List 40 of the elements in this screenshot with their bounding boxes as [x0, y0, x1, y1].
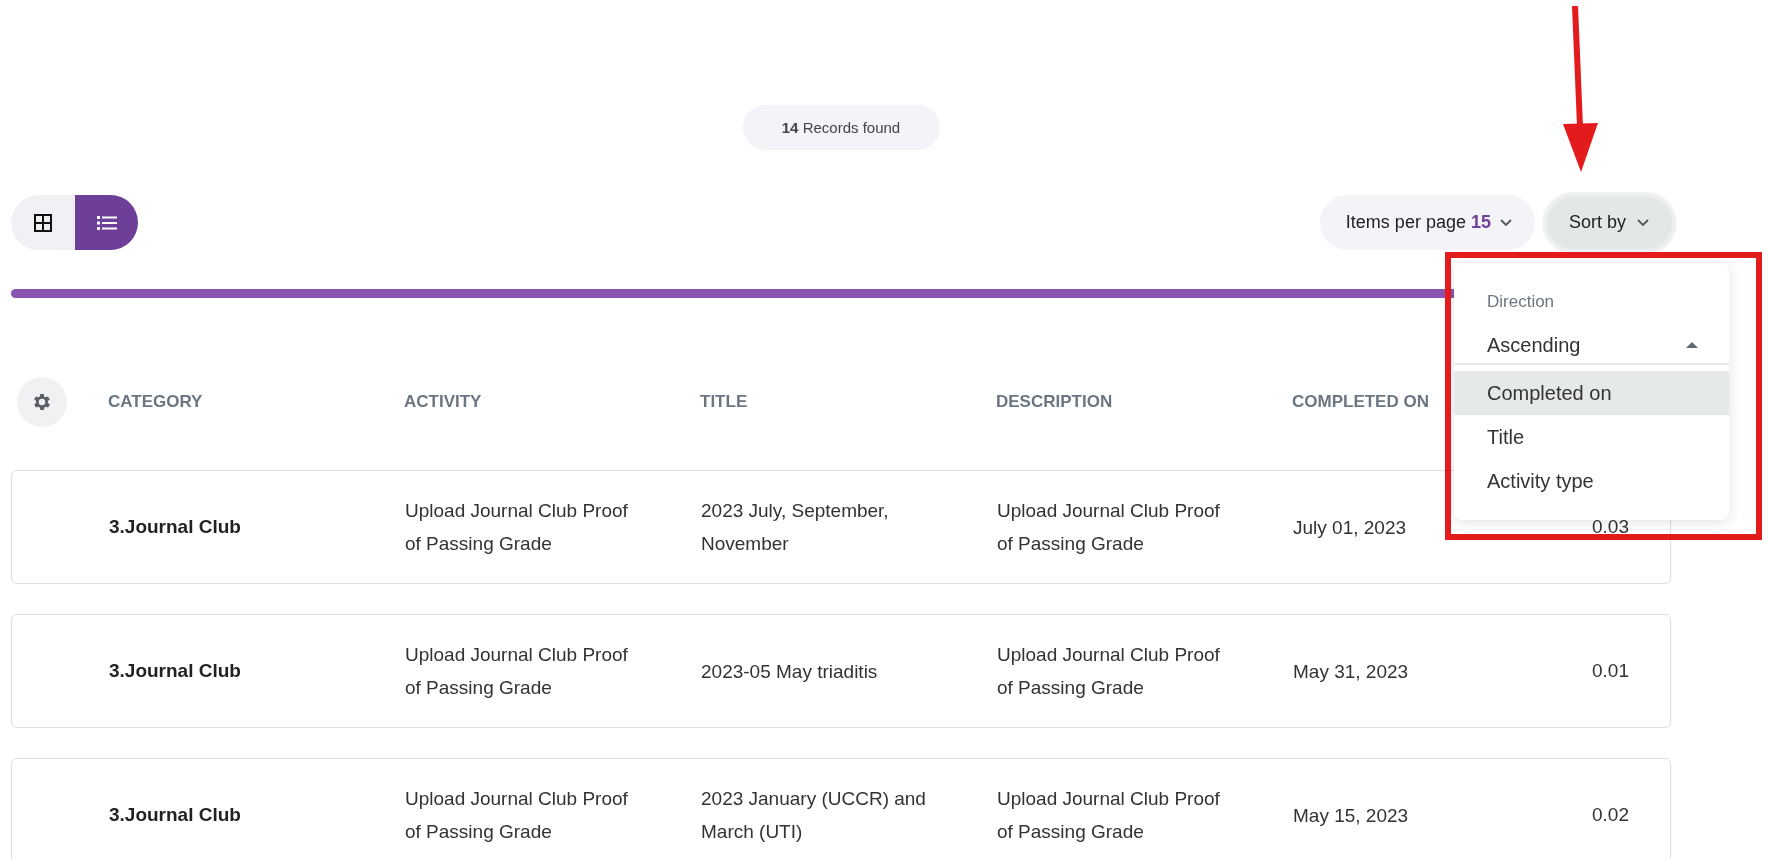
- table-cell-text: 0.03: [1591, 514, 1630, 539]
- caret-up-icon: [1685, 340, 1699, 349]
- chevron-down-icon: [1636, 218, 1650, 227]
- sort-by-button[interactable]: Sort by: [1543, 193, 1675, 252]
- list-view-button[interactable]: [75, 195, 138, 250]
- table-cell-text: May 31, 2023: [1293, 659, 1410, 684]
- settings-icon: [31, 391, 53, 413]
- table-cell-text: Upload Journal Club Proof of Passing Grade: [997, 787, 1221, 844]
- sort-option[interactable]: Completed on: [1454, 370, 1729, 415]
- list-icon: [96, 214, 117, 231]
- table-cell-text: 2023 January (UCCR) and March (UTI): [701, 787, 927, 844]
- chevron-down-icon: [1498, 218, 1513, 227]
- table-cell-text: Upload Journal Club Proof of Passing Grade: [405, 499, 629, 556]
- table-cell-text: 0.02: [1591, 802, 1630, 827]
- table-cell-text: 2023 July, September, November: [701, 499, 890, 556]
- items-per-page-dropdown[interactable]: Items per page 15: [1319, 195, 1535, 250]
- settings-button[interactable]: [17, 377, 67, 427]
- table-cell-text: 2023-05 May triaditis: [701, 659, 879, 684]
- table-cell-text: Upload Journal Club Proof of Passing Grade: [997, 499, 1221, 556]
- grid-view-button[interactable]: [11, 195, 75, 250]
- table-cell-text: May 15, 2023: [1293, 803, 1410, 828]
- direction-toggle[interactable]: Ascending: [1454, 314, 1729, 365]
- column-header: DESCRIPTION: [996, 391, 1113, 414]
- table-cell-text: 3.Journal Club: [109, 514, 242, 539]
- grid-icon: [34, 213, 52, 232]
- table-cell-text: July 01, 2023: [1293, 515, 1408, 540]
- records-count: 14 Records found: [742, 105, 940, 150]
- table-cell-text: 3.Journal Club: [109, 658, 242, 683]
- column-header: ACTIVITY: [404, 391, 482, 414]
- sort-option[interactable]: Activity type: [1454, 458, 1729, 503]
- table-cell-text: Upload Journal Club Proof of Passing Grade: [997, 643, 1221, 700]
- column-header: COMPLETED ON: [1292, 391, 1429, 414]
- column-header: CATEGORY: [108, 391, 203, 414]
- column-header: TITLE: [700, 391, 748, 414]
- direction-label: Direction: [1486, 291, 1556, 313]
- sort-option[interactable]: Title: [1454, 414, 1729, 459]
- table-cell-text: 3.Journal Club: [109, 802, 242, 827]
- table-cell-text: Upload Journal Club Proof of Passing Grade: [405, 787, 629, 844]
- table-cell-text: Upload Journal Club Proof of Passing Grade: [405, 643, 629, 700]
- table-cell-text: 0.01: [1591, 658, 1630, 683]
